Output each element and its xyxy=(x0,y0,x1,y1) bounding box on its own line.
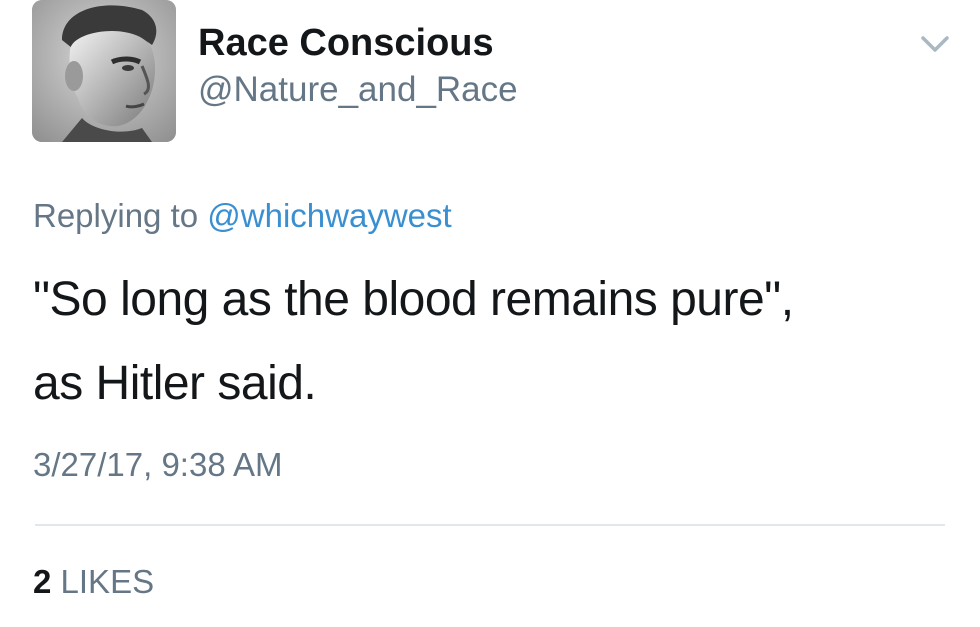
chevron-down-icon-graphic xyxy=(921,36,949,52)
profile-photo-icon xyxy=(32,0,176,142)
user-handle[interactable]: @Nature_and_Race xyxy=(198,68,518,112)
tweet-text-line-1: "So long as the blood remains pure", xyxy=(33,273,794,326)
display-name[interactable]: Race Conscious xyxy=(198,20,518,66)
reply-context: Replying to @whichwaywest xyxy=(33,196,452,236)
avatar[interactable] xyxy=(32,0,176,142)
likes-label: LIKES xyxy=(60,563,155,600)
likes-count[interactable]: 2 LIKES xyxy=(33,562,154,602)
reply-target-link[interactable]: @whichwaywest xyxy=(207,197,451,234)
timestamp[interactable]: 3/27/17, 9:38 AM xyxy=(33,445,283,485)
tweet-text: "So long as the blood remains pure", as … xyxy=(33,258,953,426)
tweet-card: Race Conscious @Nature_and_Race Replying… xyxy=(0,0,980,627)
likes-number: 2 xyxy=(33,563,52,600)
divider xyxy=(35,524,945,526)
reply-prefix: Replying to xyxy=(33,197,199,234)
tweet-text-line-2: as Hitler said. xyxy=(33,357,317,410)
chevron-down-icon[interactable] xyxy=(915,30,955,60)
author-info: Race Conscious @Nature_and_Race xyxy=(198,20,518,112)
